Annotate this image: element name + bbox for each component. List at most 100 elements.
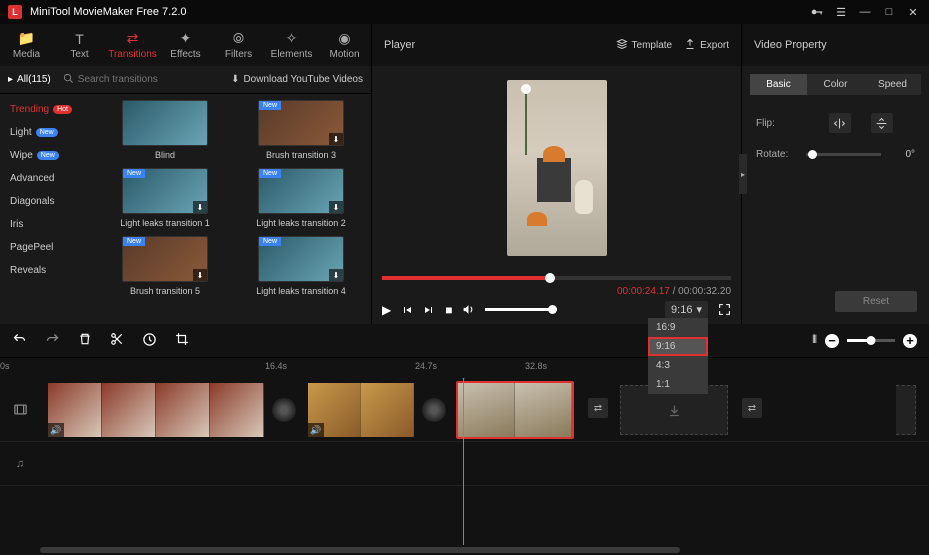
zoom-knob[interactable] bbox=[867, 336, 876, 345]
time-total: 00:00:32.20 bbox=[678, 286, 731, 297]
transition-thumb[interactable]: New⬇Light leaks transition 4 bbox=[237, 236, 365, 296]
zoom-fit-icon[interactable]: ⦀ bbox=[812, 334, 817, 347]
flip-vertical-button[interactable] bbox=[871, 113, 893, 133]
tab-elements[interactable]: ✧Elements bbox=[265, 24, 318, 66]
flip-horizontal-button[interactable] bbox=[829, 113, 851, 133]
preview-area bbox=[372, 66, 741, 270]
transition-thumb[interactable]: Blind bbox=[101, 100, 229, 160]
ratio-option[interactable]: 9:16 bbox=[648, 337, 708, 356]
transition-1[interactable] bbox=[272, 398, 296, 422]
tab-label: Filters bbox=[225, 49, 252, 60]
aspect-ratio-select[interactable]: 9:16 ▾ 16:99:164:31:1 bbox=[665, 301, 708, 318]
volume-icon[interactable] bbox=[462, 303, 475, 316]
tab-motion[interactable]: ◉Motion bbox=[318, 24, 371, 66]
tab-media[interactable]: 📁Media bbox=[0, 24, 53, 66]
speed-button[interactable] bbox=[142, 332, 157, 350]
transition-2[interactable] bbox=[422, 398, 446, 422]
transition-thumb[interactable]: New⬇Brush transition 5 bbox=[101, 236, 229, 296]
progress-bar[interactable] bbox=[382, 276, 731, 280]
reset-button[interactable]: Reset bbox=[835, 291, 917, 312]
category-iris[interactable]: Iris bbox=[0, 213, 95, 236]
audio-track-content[interactable] bbox=[40, 442, 929, 485]
flip-row: Flip: bbox=[756, 113, 915, 133]
tab-label: Transitions bbox=[108, 49, 157, 60]
clip-1[interactable]: 🔊 bbox=[46, 381, 266, 439]
rotate-slider[interactable] bbox=[806, 153, 881, 156]
play-button[interactable]: ▶ bbox=[382, 303, 391, 317]
close-button[interactable]: ✕ bbox=[905, 4, 921, 20]
rotate-row: Rotate: 0° bbox=[756, 149, 915, 160]
transition-thumb[interactable]: New⬇Light leaks transition 2 bbox=[237, 168, 365, 228]
ratio-option[interactable]: 4:3 bbox=[648, 356, 708, 375]
thumb-image: New ⬇ bbox=[258, 168, 344, 214]
prop-tab-speed[interactable]: Speed bbox=[864, 74, 921, 95]
category-reveals[interactable]: Reveals bbox=[0, 259, 95, 282]
swap-button-1[interactable]: ⇄ bbox=[588, 398, 608, 418]
playhead[interactable] bbox=[463, 378, 464, 545]
export-button[interactable]: Export bbox=[684, 38, 729, 53]
category-light[interactable]: LightNew bbox=[0, 121, 95, 144]
split-button[interactable] bbox=[110, 332, 124, 349]
transition-thumb[interactable]: New⬇Brush transition 3 bbox=[237, 100, 365, 160]
tab-effects[interactable]: ✦Effects bbox=[159, 24, 212, 66]
stop-button[interactable]: ■ bbox=[445, 303, 452, 317]
undo-button[interactable] bbox=[12, 332, 27, 350]
template-label: Template bbox=[632, 40, 673, 51]
transition-thumb[interactable]: New⬇Light leaks transition 1 bbox=[101, 168, 229, 228]
clip-2[interactable]: 🔊 bbox=[306, 381, 416, 439]
ruler-mark: 0s bbox=[0, 361, 10, 371]
timeline-ruler[interactable]: 0s16.4s24.7s32.8s bbox=[0, 358, 929, 378]
properties-panel: Video Property BasicColorSpeed Flip: Rot… bbox=[742, 24, 929, 324]
category-label: Trending bbox=[10, 104, 49, 115]
maximize-button[interactable]: □ bbox=[881, 4, 897, 20]
crop-button[interactable] bbox=[175, 332, 189, 349]
category-advanced[interactable]: Advanced bbox=[0, 167, 95, 190]
prev-frame-button[interactable] bbox=[401, 304, 413, 316]
category-pagepeel[interactable]: PagePeel bbox=[0, 236, 95, 259]
key-icon[interactable] bbox=[809, 4, 825, 20]
tab-text[interactable]: TText bbox=[53, 24, 106, 66]
panel-resize-handle[interactable]: ▸ bbox=[739, 154, 747, 194]
ratio-option[interactable]: 1:1 bbox=[648, 375, 708, 394]
timeline-scrollbar[interactable] bbox=[0, 545, 929, 555]
prop-tab-basic[interactable]: Basic bbox=[750, 74, 807, 95]
progress-knob[interactable] bbox=[545, 273, 555, 283]
category-diagonals[interactable]: Diagonals bbox=[0, 190, 95, 213]
download-youtube-link[interactable]: ⬇ Download YouTube Videos bbox=[231, 74, 363, 85]
volume-slider[interactable] bbox=[485, 308, 557, 311]
preview-canvas[interactable] bbox=[507, 80, 607, 256]
minimize-button[interactable]: — bbox=[857, 4, 873, 20]
thumb-label: Light leaks transition 1 bbox=[120, 218, 210, 228]
template-button[interactable]: Template bbox=[616, 38, 673, 53]
fullscreen-button[interactable] bbox=[718, 303, 731, 316]
category-trending[interactable]: TrendingHot bbox=[0, 98, 95, 121]
delete-button[interactable] bbox=[78, 332, 92, 349]
new-badge: New bbox=[259, 169, 281, 178]
category-wipe[interactable]: WipeNew bbox=[0, 144, 95, 167]
audio-icon: 🔊 bbox=[308, 423, 324, 437]
prop-tab-color[interactable]: Color bbox=[807, 74, 864, 95]
volume-knob[interactable] bbox=[548, 305, 557, 314]
clip-3-selected[interactable] bbox=[456, 381, 574, 439]
clip-dropzone-end[interactable] bbox=[896, 385, 916, 435]
scrollbar-thumb[interactable] bbox=[40, 547, 680, 553]
rotate-knob[interactable] bbox=[808, 150, 817, 159]
new-badge: New bbox=[123, 237, 145, 246]
download-icon: ⬇ bbox=[329, 201, 343, 213]
ratio-dropdown: 16:99:164:31:1 bbox=[648, 318, 708, 394]
all-filter[interactable]: ▸ All(115) bbox=[8, 74, 51, 85]
elements-icon: ✧ bbox=[286, 30, 298, 47]
ratio-option[interactable]: 16:9 bbox=[648, 318, 708, 337]
tab-transitions[interactable]: ⇄Transitions bbox=[106, 24, 159, 66]
menu-icon[interactable]: ☰ bbox=[833, 4, 849, 20]
video-track-content[interactable]: 🔊 🔊 ⇄ ⇄ bbox=[40, 378, 929, 441]
redo-button[interactable] bbox=[45, 332, 60, 350]
zoom-out-button[interactable]: − bbox=[825, 334, 839, 348]
zoom-slider[interactable] bbox=[847, 339, 895, 342]
search-input[interactable] bbox=[78, 74, 178, 85]
next-frame-button[interactable] bbox=[423, 304, 435, 316]
tab-filters[interactable]: ⦾Filters bbox=[212, 24, 265, 66]
swap-button-2[interactable]: ⇄ bbox=[742, 398, 762, 418]
zoom-in-button[interactable]: + bbox=[903, 334, 917, 348]
category-label: Wipe bbox=[10, 150, 33, 161]
